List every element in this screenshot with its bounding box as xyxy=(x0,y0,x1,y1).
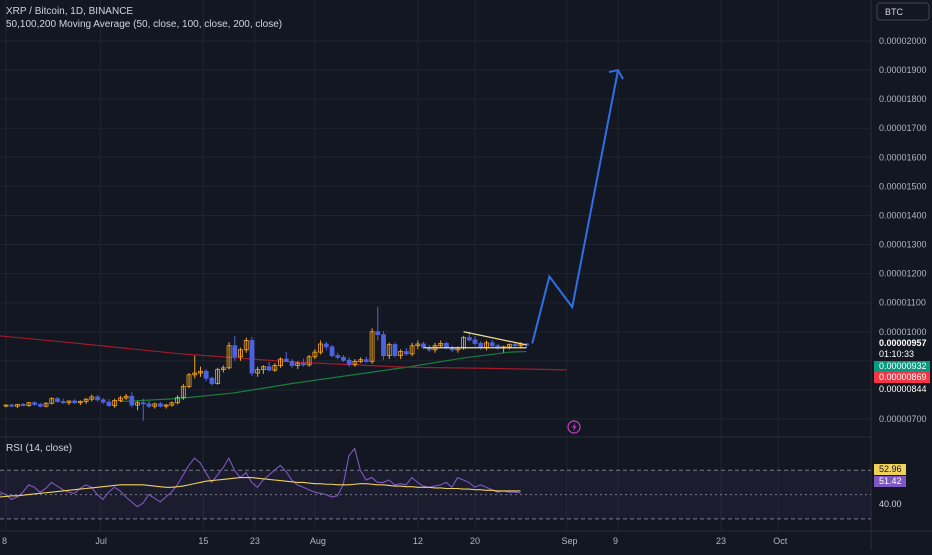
candle-body xyxy=(323,343,329,348)
candle-body xyxy=(466,337,472,341)
green-price-label: 0.00000932 xyxy=(879,361,927,371)
candle-body xyxy=(472,339,478,344)
candle-body xyxy=(95,396,100,401)
candle-body xyxy=(266,366,272,371)
chart-root: XRP / Bitcoin, 1D, BINANCE 50,100,200 Mo… xyxy=(0,0,932,550)
rsi-value: 51.42 xyxy=(879,476,902,486)
price-tick-label: 0.00001200 xyxy=(879,269,927,279)
rsi-ma-value: 52.96 xyxy=(879,464,902,474)
candle-body xyxy=(283,358,289,362)
candle-body xyxy=(146,403,152,407)
price-tick-label: 0.00001400 xyxy=(879,210,927,220)
candle-body xyxy=(301,362,306,366)
time-tick-label: 20 xyxy=(470,536,480,546)
candle-body xyxy=(9,404,15,407)
candle-body xyxy=(335,355,341,358)
candle xyxy=(392,342,398,358)
rsi-legend[interactable]: RSI (14, close) xyxy=(6,443,72,454)
price-tick-label: 0.00001900 xyxy=(879,65,927,75)
candle-body xyxy=(72,400,78,404)
price-tick-label: 0.00001600 xyxy=(879,152,927,162)
time-tick-label: 8 xyxy=(2,536,7,546)
candle xyxy=(329,344,335,358)
time-tick-label: 9 xyxy=(613,536,618,546)
last-price-label: 0.00000957 xyxy=(879,338,927,348)
chart-canvas[interactable]: XRP / Bitcoin, 1D, BINANCE 50,100,200 Mo… xyxy=(0,0,932,550)
price-tick-label: 0.00002000 xyxy=(879,36,927,46)
candle xyxy=(249,337,255,376)
time-tick-label: Sep xyxy=(562,536,578,546)
candle xyxy=(381,331,386,360)
price-badges: 0.00000957 01:10:33 0.00000932 0.0000086… xyxy=(874,338,930,394)
candle-body xyxy=(55,398,60,402)
candle-body xyxy=(375,331,381,336)
currency-button-label[interactable]: BTC xyxy=(885,7,904,17)
time-tick-label: 12 xyxy=(413,536,423,546)
price-tick-label: 0.00001700 xyxy=(879,123,927,133)
bar-countdown: 01:10:33 xyxy=(879,349,914,359)
candle-body xyxy=(403,351,409,355)
price-tick-label: 0.00001000 xyxy=(879,327,927,337)
time-tick-label: 23 xyxy=(716,536,726,546)
price-tick-label: 0.00001100 xyxy=(879,298,926,308)
indicator-legend[interactable]: 50,100,200 Moving Average (50, close, 10… xyxy=(6,19,282,30)
candle-body xyxy=(20,404,26,407)
candle-body xyxy=(232,345,238,358)
symbol-title[interactable]: XRP / Bitcoin, 1D, BINANCE xyxy=(6,6,133,17)
candle-body xyxy=(489,342,495,347)
time-tick-label: Oct xyxy=(773,536,788,546)
candle-body xyxy=(60,401,66,404)
plain-price-label: 0.00000844 xyxy=(879,384,927,394)
candle-body xyxy=(363,359,369,362)
candle-body xyxy=(203,370,209,379)
price-tick-label: 0.00000700 xyxy=(879,414,927,424)
candle-body xyxy=(100,399,106,403)
candle-body xyxy=(209,377,215,384)
candle-body xyxy=(37,404,43,407)
candle-body xyxy=(249,340,255,374)
candle-body xyxy=(392,344,398,357)
price-tick-label: 0.00001500 xyxy=(879,181,927,191)
time-tick-label: 23 xyxy=(250,536,260,546)
red-price-label: 0.00000869 xyxy=(879,372,927,382)
candle-body xyxy=(129,395,135,406)
price-tick-label: 0.00001300 xyxy=(879,240,927,250)
time-tick-label: Jul xyxy=(95,536,107,546)
candle-body xyxy=(289,361,295,366)
candle-body xyxy=(140,402,146,405)
candle-body xyxy=(329,346,335,357)
candle-body xyxy=(158,403,163,407)
chart-background xyxy=(0,0,932,550)
price-tick-label: 0.00001800 xyxy=(879,94,927,104)
candle-body xyxy=(478,342,484,348)
time-tick-label: 15 xyxy=(198,536,208,546)
candle-body xyxy=(421,343,426,348)
candle-body xyxy=(341,356,346,361)
candle-body xyxy=(381,334,386,357)
candle-body xyxy=(512,344,518,347)
time-tick-label: Aug xyxy=(310,536,326,546)
rsi-axis-label: 40.00 xyxy=(879,499,902,509)
candle-body xyxy=(32,402,37,405)
candle-body xyxy=(346,359,352,365)
candle-body xyxy=(106,401,112,407)
